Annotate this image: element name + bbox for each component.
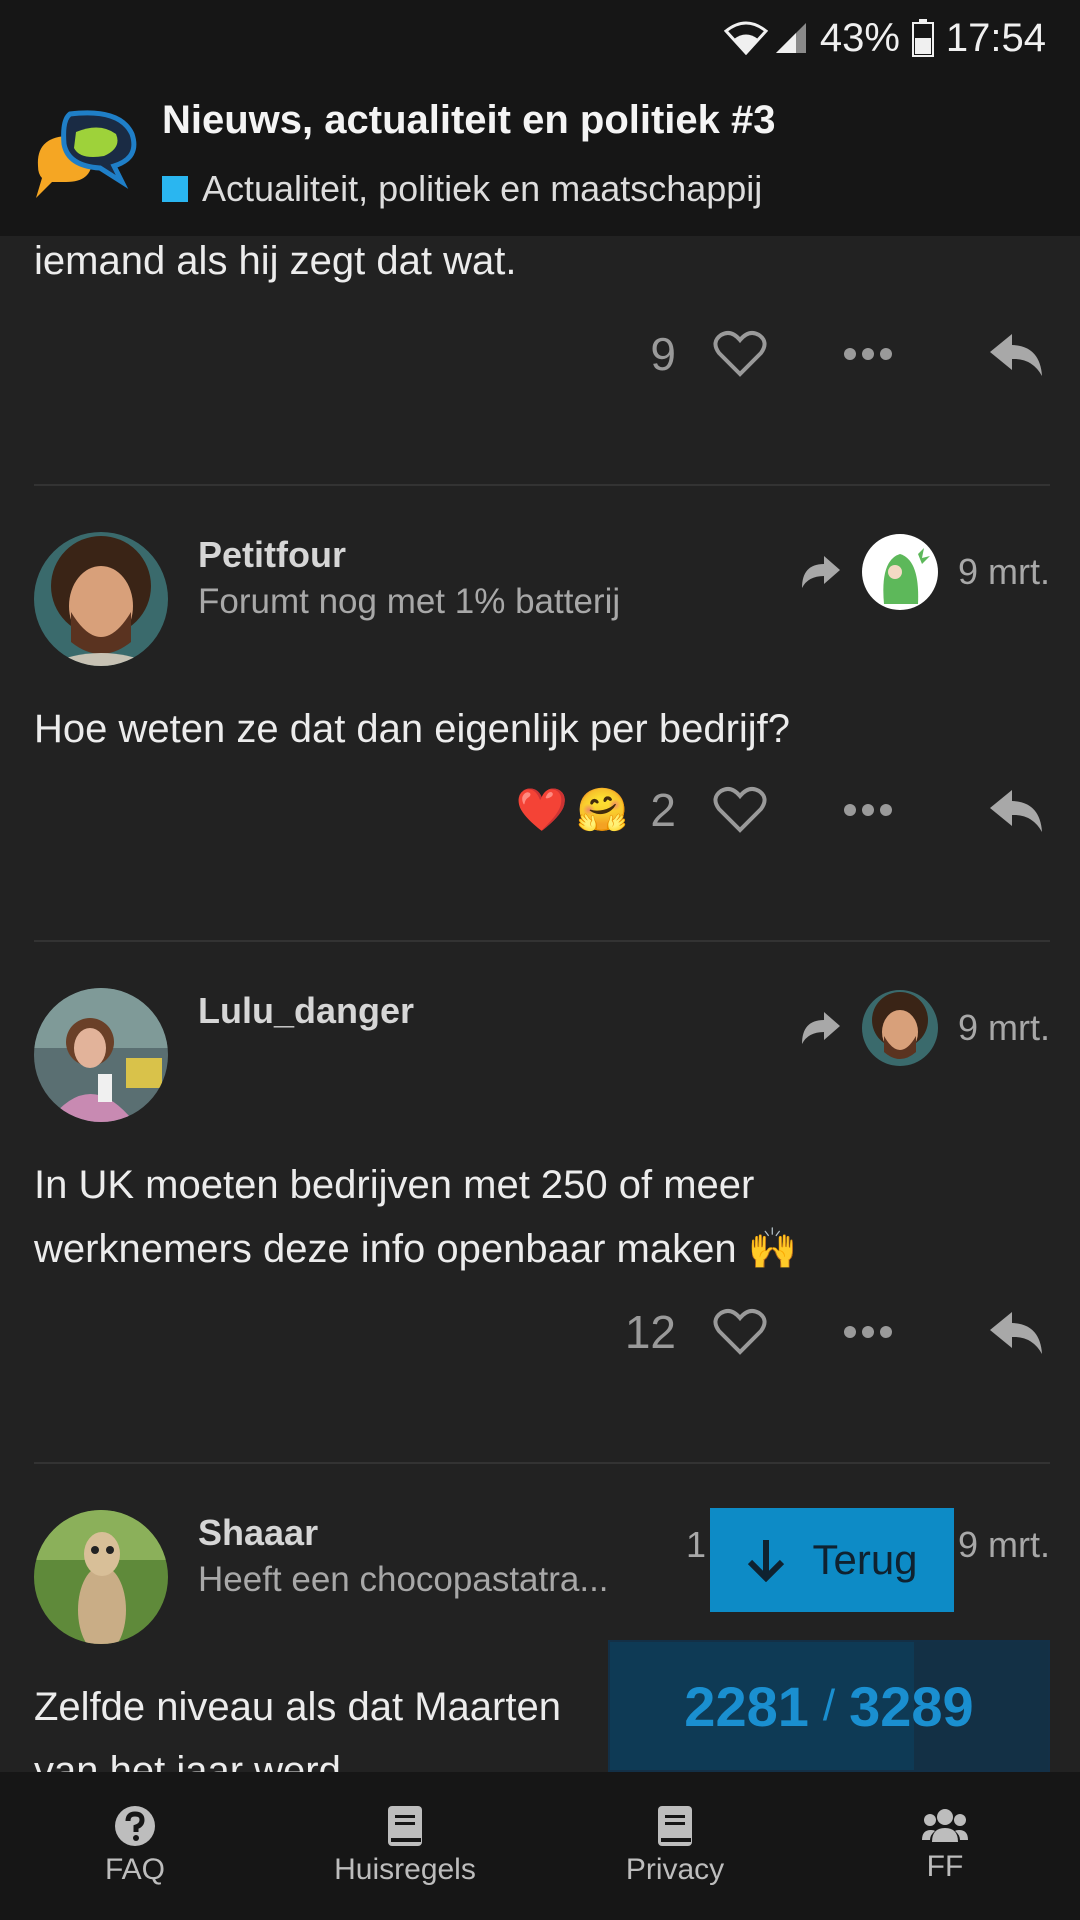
like-count[interactable]: 2	[650, 783, 676, 837]
reaction-hug[interactable]: 🤗	[576, 786, 628, 835]
ellipsis-icon	[844, 1326, 892, 1338]
topic-header: Nieuws, actualiteit en politiek #3 Actua…	[0, 76, 1080, 236]
ellipsis-icon	[844, 348, 892, 360]
username[interactable]: Petitfour	[198, 534, 346, 576]
progress-total: 3289	[849, 1674, 974, 1738]
reply-icon	[990, 1312, 1042, 1354]
like-count[interactable]: 12	[625, 1305, 676, 1359]
more-button[interactable]	[838, 324, 898, 384]
avatar[interactable]	[34, 1510, 168, 1644]
heart-icon	[713, 330, 767, 377]
category-badge[interactable]: Actualiteit, politiek en maatschappij	[162, 168, 762, 210]
nav-huisregels[interactable]: Huisregels	[270, 1772, 540, 1920]
nav-label: Huisregels	[334, 1853, 476, 1886]
avatar[interactable]	[34, 988, 168, 1122]
post-date[interactable]: 9 mrt.	[958, 1007, 1050, 1049]
username[interactable]: Lulu_danger	[198, 990, 414, 1032]
user-title: Heeft een chocopastatra...	[198, 1560, 609, 1599]
post-actions: 9	[650, 324, 1046, 384]
like-button[interactable]	[710, 780, 770, 840]
post-text-line: van het jaar werd	[34, 1749, 341, 1772]
category-color-square	[162, 176, 188, 202]
like-button[interactable]	[710, 1302, 770, 1362]
arrow-down-icon	[748, 1540, 785, 1582]
progress-separator: /	[822, 1681, 836, 1730]
category-label: Actualiteit, politiek en maatschappij	[202, 168, 763, 209]
like-button[interactable]	[710, 324, 770, 384]
reply-icon	[990, 790, 1042, 832]
signal-icons	[723, 21, 808, 55]
users-icon	[922, 1809, 968, 1842]
user-title: Forumt nog met 1% batterij	[198, 582, 621, 621]
reply-icon	[990, 334, 1042, 376]
reply-button[interactable]	[986, 1302, 1046, 1362]
post-meta: 9 mrt.	[800, 990, 1050, 1066]
reply-to-avatar[interactable]	[861, 990, 938, 1066]
progress-text: 2281 / 3289	[610, 1642, 1048, 1770]
jump-back-label: Terug	[812, 1536, 918, 1583]
book-icon	[388, 1806, 422, 1846]
battery-percent: 43%	[819, 15, 900, 60]
bottom-navigation: FAQ Huisregels Privacy FF	[0, 1772, 1080, 1920]
avatar[interactable]	[34, 532, 168, 666]
progress-current: 2281	[684, 1674, 809, 1738]
post-actions: 12	[625, 1302, 1046, 1362]
post-divider	[34, 484, 1050, 486]
nav-faq[interactable]: FAQ	[0, 1772, 270, 1920]
nav-privacy[interactable]: Privacy	[540, 1772, 810, 1920]
post-text: iemand als hij zegt dat wat.	[34, 239, 517, 283]
post-divider	[34, 1462, 1050, 1464]
topic-progress[interactable]: 2281 / 3289	[608, 1640, 1050, 1772]
reply-button[interactable]	[986, 780, 1046, 840]
clock: 17:54	[945, 15, 1046, 60]
more-button[interactable]	[838, 780, 898, 840]
post-text-line: In UK moeten bedrijven met 250 of meer	[34, 1163, 755, 1207]
book-icon	[658, 1806, 692, 1846]
heart-icon	[713, 786, 767, 833]
heart-icon	[713, 1308, 767, 1355]
reply-to-arrow-icon[interactable]	[800, 554, 842, 590]
nav-label: Privacy	[625, 1853, 725, 1886]
reply-button[interactable]	[986, 324, 1046, 384]
nav-label: FAQ	[104, 1853, 165, 1886]
ellipsis-icon	[844, 804, 892, 816]
post-divider	[34, 940, 1050, 942]
username[interactable]: Shaaar	[198, 1512, 318, 1554]
nav-ff[interactable]: FF	[810, 1772, 1080, 1920]
wifi-icon	[723, 21, 768, 55]
post-actions: ❤️ 🤗 2	[516, 780, 1046, 840]
question-circle-icon	[115, 1806, 155, 1846]
like-count[interactable]: 9	[650, 327, 676, 381]
post-text-line: Zelfde niveau als dat Maarten	[34, 1685, 561, 1729]
post-date[interactable]: 9 mrt.	[958, 551, 1050, 593]
topic-title[interactable]: Nieuws, actualiteit en politiek #3	[162, 98, 776, 143]
reply-to-avatar[interactable]	[861, 534, 938, 610]
nav-label: FF	[926, 1850, 964, 1883]
reply-to-arrow-icon[interactable]	[800, 1010, 842, 1046]
cell-signal-icon	[775, 23, 806, 53]
post-text: Hoe weten ze dat dan eigenlijk per bedri…	[34, 707, 791, 751]
reply-count[interactable]: 1	[686, 1524, 706, 1566]
more-button[interactable]	[838, 1302, 898, 1362]
post-date[interactable]: 9 mrt.	[958, 1524, 1050, 1566]
post-meta: 9 mrt.	[800, 534, 1050, 610]
status-bar: 43% 17:54	[0, 0, 1080, 76]
battery-icon	[911, 19, 934, 57]
post-text-line: werknemers deze info openbaar maken 🙌	[34, 1227, 798, 1271]
reaction-heart[interactable]: ❤️	[516, 786, 568, 835]
jump-back-button[interactable]: Terug	[710, 1508, 954, 1612]
forum-logo-icon[interactable]	[30, 104, 140, 200]
